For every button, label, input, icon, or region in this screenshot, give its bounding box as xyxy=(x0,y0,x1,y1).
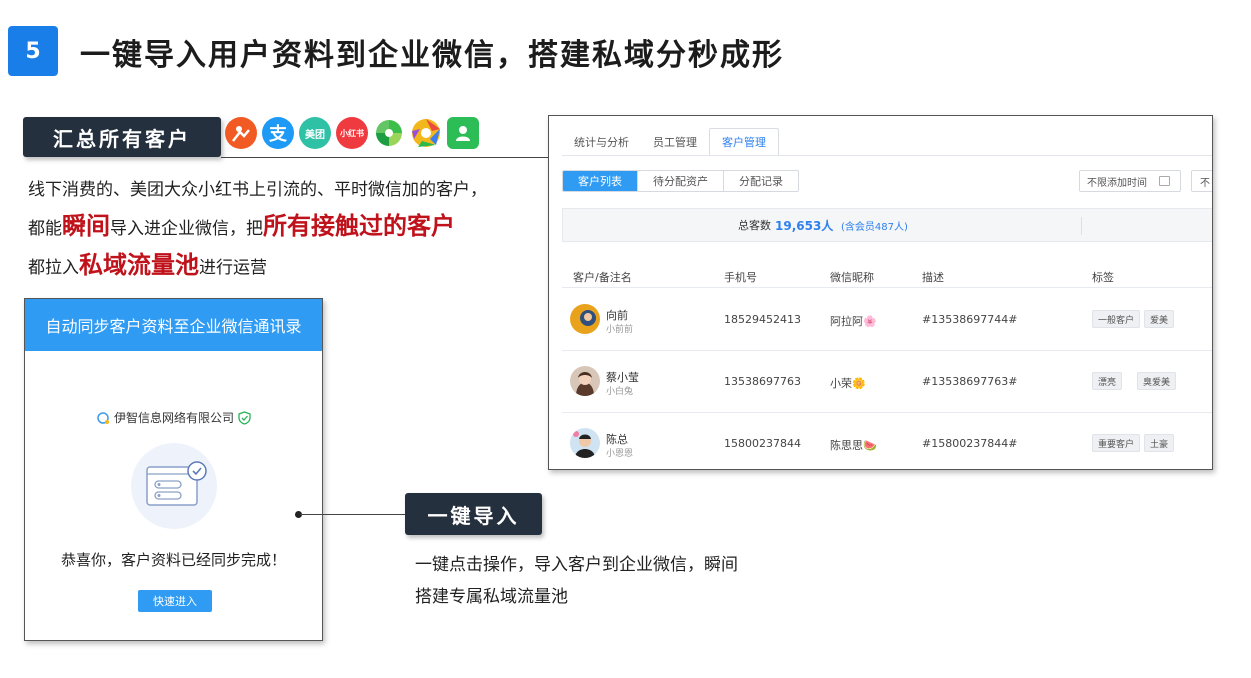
column-header: 客户/备注名 xyxy=(573,271,632,284)
company-name: 伊智信息网络有限公司 xyxy=(113,411,234,425)
segment-assignment-log[interactable]: 分配记录 xyxy=(724,171,798,191)
tab-staff[interactable]: 员工管理 xyxy=(641,128,709,156)
segment-pending-assets[interactable]: 待分配资产 xyxy=(638,171,724,191)
avatar xyxy=(570,428,600,458)
segment-customer-list[interactable]: 客户列表 xyxy=(563,171,638,191)
sync-card-header: 自动同步客户资料至企业微信通讯录 xyxy=(25,299,322,351)
quick-enter-button[interactable]: 快速进入 xyxy=(138,590,212,612)
phone-cell: 15800237844 xyxy=(724,437,801,450)
description-line: 都拉入私域流量池进行运营 xyxy=(28,251,267,279)
camera-aperture-icon xyxy=(410,117,442,149)
phone-cell: 18529452413 xyxy=(724,313,801,326)
meituan-icon: 美团 xyxy=(299,117,331,149)
nickname-cell: 阿拉阿🌸 xyxy=(830,315,877,328)
avatar xyxy=(570,304,600,334)
tag-badge: 重要客户 xyxy=(1092,434,1141,452)
tag-badge: 漂亮 xyxy=(1092,372,1123,390)
tab-underline xyxy=(562,155,1212,156)
tag-badge: 土豪 xyxy=(1144,434,1175,452)
description-text: 线下消费的、美团大众小红书上引流的、平时微信加的客户， 都能瞬间导入进企业微信，… xyxy=(28,172,538,286)
verified-shield-icon xyxy=(238,410,251,425)
xiaohongshu-icon: 小红书 xyxy=(336,117,368,149)
table-row[interactable]: 蔡小莹 小白兔 13538697763 小荣🌼 #13538697763# 漂亮… xyxy=(562,351,1212,413)
company-row: 伊智信息网络有限公司 xyxy=(25,409,322,426)
calendar-icon xyxy=(1159,176,1170,186)
member-count: (含会员487人) xyxy=(841,221,908,233)
connector-line xyxy=(300,514,405,515)
phone-cell: 13538697763 xyxy=(724,375,801,388)
summary-label: 汇总所有客户 xyxy=(23,117,221,157)
tab-statistics[interactable]: 统计与分析 xyxy=(562,128,641,156)
column-header: 微信昵称 xyxy=(830,271,874,284)
stats-divider xyxy=(1081,217,1082,235)
tag-badge: 一般客户 xyxy=(1092,310,1141,328)
page-title: 一键导入用户资料到企业微信，搭建私域分秒成形 xyxy=(80,38,784,73)
chat-bubble-icon xyxy=(97,411,109,424)
import-description-line: 搭建专属私域流量池 xyxy=(415,587,568,607)
import-label: 一键导入 xyxy=(405,493,542,535)
table-row[interactable]: 陈总 小恩恩 15800237844 陈思思🍉 #15800237844# 重要… xyxy=(562,413,1212,469)
customer-name: 蔡小莹 xyxy=(606,371,639,384)
description-cell: #13538697744# xyxy=(922,313,1018,326)
nickname-cell: 小荣🌼 xyxy=(830,377,866,390)
total-customers-label: 总客数 xyxy=(738,219,771,232)
description-cell: #13538697763# xyxy=(922,375,1018,388)
column-header: 标签 xyxy=(1092,271,1114,284)
date-filter-label: 不限添加时间 xyxy=(1087,177,1147,189)
description-line: 线下消费的、美团大众小红书上引流的、平时微信加的客户， xyxy=(28,180,487,200)
tab-customers[interactable]: 客户管理 xyxy=(709,128,779,156)
customer-remark: 小前前 xyxy=(606,325,634,335)
customer-remark: 小白兔 xyxy=(606,387,634,397)
table-header: 客户/备注名 手机号 微信昵称 描述 标签 xyxy=(562,264,1212,288)
step-number-badge: 5 xyxy=(8,26,58,76)
date-filter[interactable]: 不限添加时间 xyxy=(1079,170,1181,192)
import-description-line: 一键点击操作，导入客户到企业微信，瞬间 xyxy=(415,555,738,575)
column-header: 描述 xyxy=(922,271,944,284)
sync-card: 自动同步客户资料至企业微信通讯录 伊智信息网络有限公司 恭喜你，客户资料已经同步… xyxy=(24,298,323,641)
import-description: 一键点击操作，导入客户到企业微信，瞬间 搭建专属私域流量池 xyxy=(415,549,795,613)
stats-bar: 总客数 19,653人 (含会员487人) xyxy=(562,208,1212,242)
customer-name: 陈总 xyxy=(606,433,628,446)
alipay-icon: 支 xyxy=(262,117,294,149)
avatar xyxy=(570,366,600,396)
customer-remark: 小恩恩 xyxy=(606,449,634,459)
crm-tab-bar: 统计与分析 员工管理 客户管理 xyxy=(562,128,779,156)
column-header: 手机号 xyxy=(724,271,757,284)
customer-view-switch: 客户列表 待分配资产 分配记录 xyxy=(562,170,799,192)
secondary-filter[interactable]: 不 xyxy=(1191,170,1212,192)
description-line: 都能瞬间导入进企业微信，把所有接触过的客户 xyxy=(28,212,455,240)
contacts-icon xyxy=(447,117,479,149)
tag-badge: 爱美 xyxy=(1144,310,1175,328)
crm-panel: 统计与分析 员工管理 客户管理 客户列表 待分配资产 分配记录 不限添加时间 不… xyxy=(548,115,1213,470)
dianping-icon xyxy=(225,117,257,149)
description-cell: #15800237844# xyxy=(922,437,1018,450)
nickname-cell: 陈思思🍉 xyxy=(830,439,877,452)
contacts-sync-illustration xyxy=(131,443,217,529)
total-customers-value: 19,653人 xyxy=(775,218,834,233)
table-row[interactable]: 向前 小前前 18529452413 阿拉阿🌸 #13538697744# 一般… xyxy=(562,289,1212,351)
customer-name: 向前 xyxy=(606,309,628,322)
sync-success-message: 恭喜你，客户资料已经同步完成！ xyxy=(60,551,286,569)
wechat-moments-icon xyxy=(373,117,405,149)
tag-badge: 臭爱美 xyxy=(1137,372,1177,390)
app-icon-row: 支 美团 小红书 xyxy=(225,117,479,149)
